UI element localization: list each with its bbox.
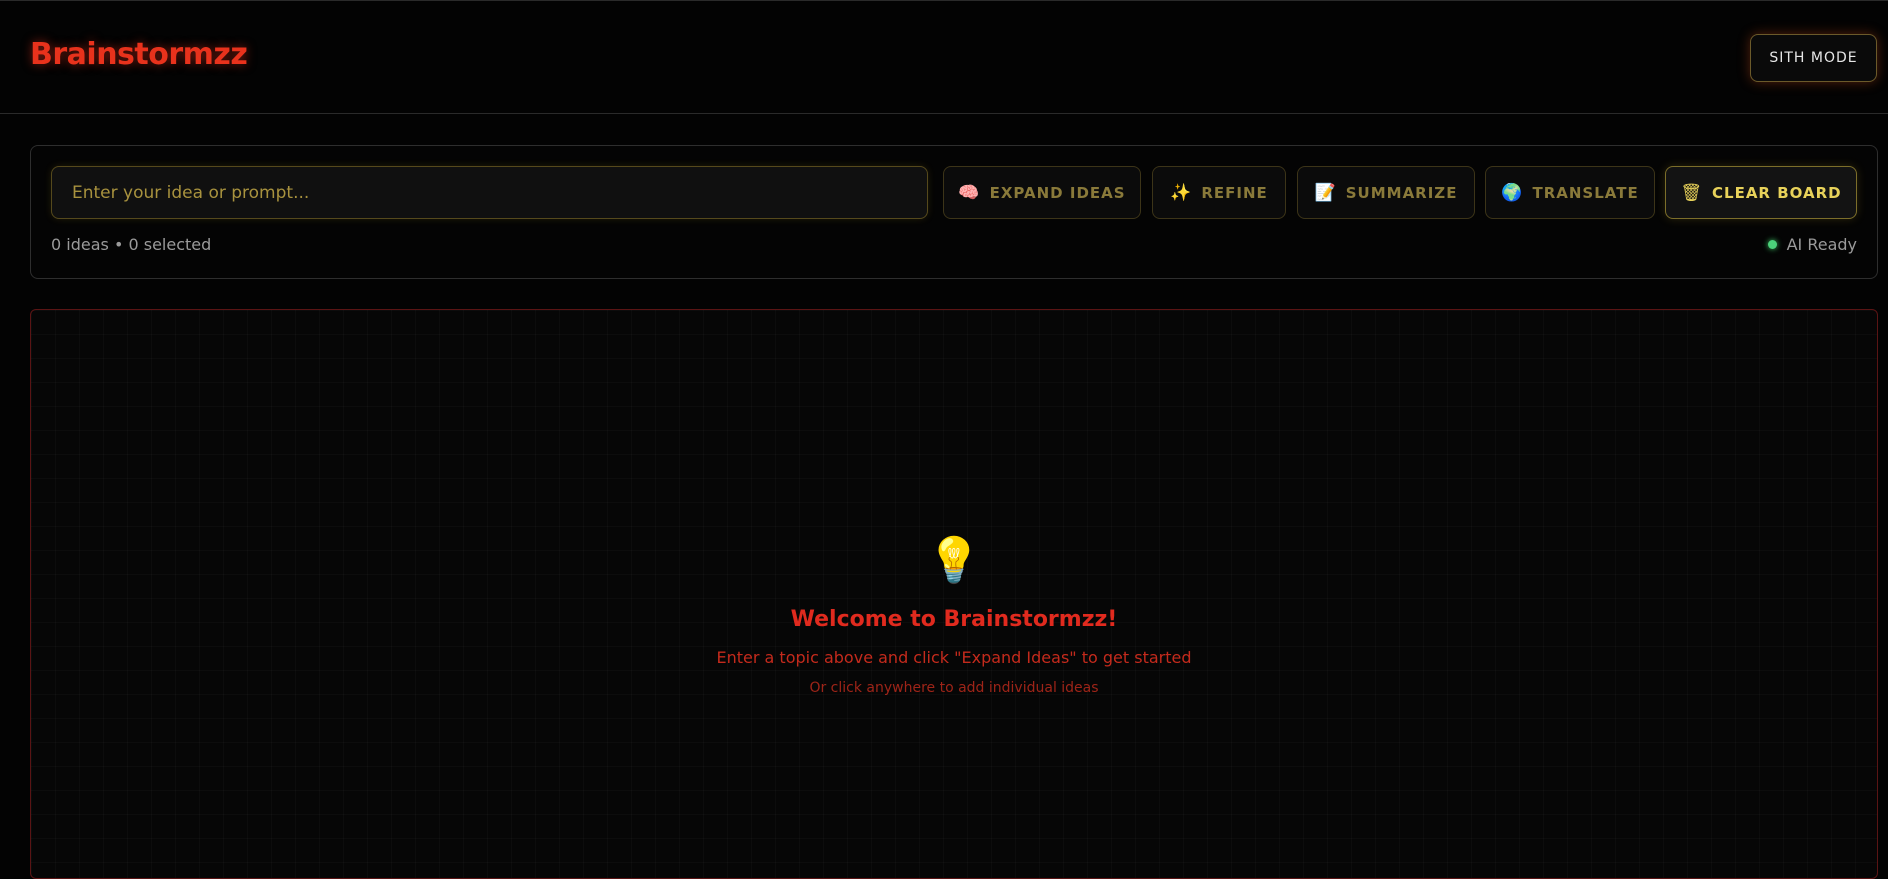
welcome-title: Welcome to Brainstormzz! <box>790 607 1118 632</box>
brainstorm-board[interactable]: 💡 Welcome to Brainstormzz! Enter a topic… <box>30 309 1878 879</box>
globe-icon: 🌍 <box>1501 182 1523 203</box>
refine-label: REFINE <box>1201 183 1268 202</box>
prompt-input[interactable] <box>51 166 928 219</box>
ai-status-label: AI Ready <box>1786 235 1857 254</box>
welcome-hint: Or click anywhere to add individual idea… <box>809 680 1099 696</box>
top-bar: Brainstormzz SITH MODE <box>0 0 1888 114</box>
trash-icon: 🗑 <box>1680 182 1702 203</box>
welcome-subtitle: Enter a topic above and click "Expand Id… <box>716 648 1192 667</box>
expand-ideas-label: EXPAND IDEAS <box>989 183 1126 202</box>
sith-mode-button[interactable]: SITH MODE <box>1750 34 1877 82</box>
sparkles-icon: ✨ <box>1170 182 1192 203</box>
translate-button[interactable]: 🌍 TRANSLATE <box>1485 166 1655 219</box>
status-dot-icon <box>1767 240 1777 249</box>
ai-status: AI Ready <box>1767 235 1857 254</box>
welcome-message: 💡 Welcome to Brainstormzz! Enter a topic… <box>31 535 1877 696</box>
clear-board-label: CLEAR BOARD <box>1712 183 1842 202</box>
idea-count-status: 0 ideas • 0 selected <box>51 235 212 254</box>
clear-board-button[interactable]: 🗑 CLEAR BOARD <box>1665 166 1857 219</box>
refine-button[interactable]: ✨ REFINE <box>1152 166 1286 219</box>
summarize-button[interactable]: 📝 SUMMARIZE <box>1297 166 1475 219</box>
summarize-label: SUMMARIZE <box>1345 183 1458 202</box>
translate-label: TRANSLATE <box>1532 183 1639 202</box>
expand-ideas-button[interactable]: 🧠 EXPAND IDEAS <box>943 166 1141 219</box>
lightbulb-icon: 💡 <box>926 535 982 586</box>
brain-icon: 🧠 <box>958 182 980 203</box>
memo-icon: 📝 <box>1314 182 1336 203</box>
app-title: Brainstormzz <box>30 37 248 72</box>
control-panel: 🧠 EXPAND IDEAS ✨ REFINE 📝 SUMMARIZE 🌍 TR… <box>30 145 1878 279</box>
